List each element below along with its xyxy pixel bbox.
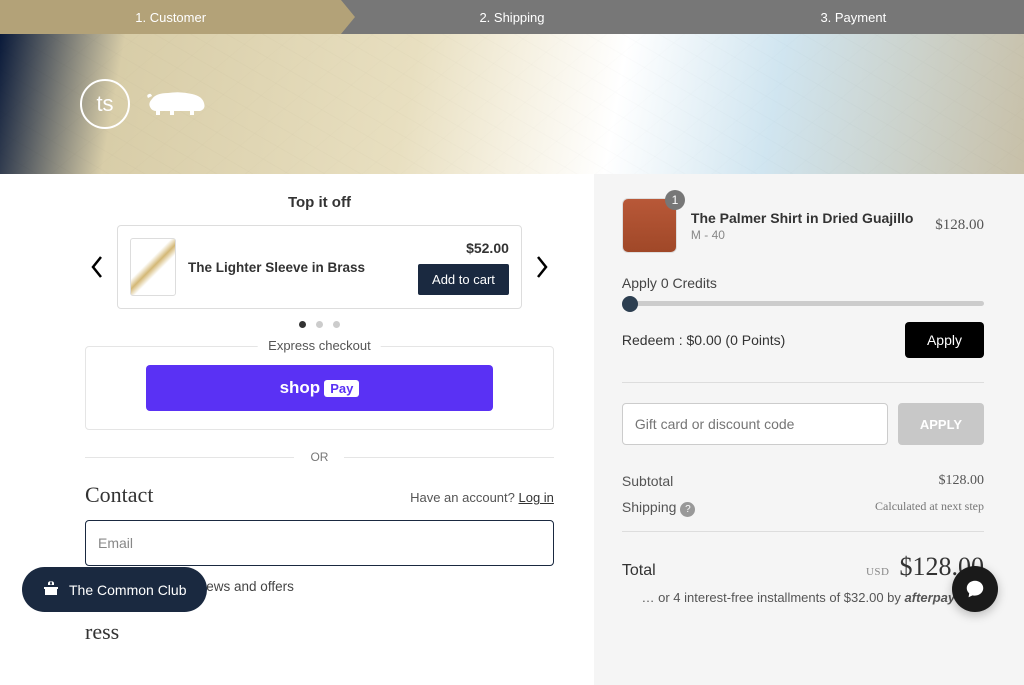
- redeem-text: Redeem : $0.00 (0 Points): [622, 332, 785, 348]
- login-link[interactable]: Log in: [518, 490, 553, 505]
- gift-icon: [42, 579, 60, 600]
- upsell-product-name: The Lighter Sleeve in Brass: [188, 260, 406, 275]
- subtotal-value: $128.00: [939, 473, 985, 489]
- dot-1[interactable]: [299, 321, 306, 328]
- divider: [622, 531, 984, 532]
- or-separator: OR: [85, 450, 554, 464]
- step-payment[interactable]: 3. Payment: [683, 0, 1024, 34]
- cart-line-item: 1 The Palmer Shirt in Dried Guajillo M -…: [622, 198, 984, 253]
- upsell-price: $52.00: [466, 240, 509, 256]
- contact-heading: Contact: [85, 482, 153, 508]
- shipping-label: Shipping?: [622, 499, 696, 517]
- chat-icon: [964, 578, 986, 600]
- carousel-prev-icon[interactable]: [85, 255, 109, 279]
- express-checkout-label: Express checkout: [258, 338, 381, 353]
- shop-pay-text: shop: [280, 378, 321, 398]
- common-club-label: The Common Club: [69, 582, 187, 598]
- apply-discount-button[interactable]: APPLY: [898, 403, 984, 445]
- shop-pay-button[interactable]: shop Pay: [146, 365, 493, 411]
- chat-button[interactable]: [952, 566, 998, 612]
- brand-logo-circle: ts: [80, 79, 130, 129]
- dot-3[interactable]: [333, 321, 340, 328]
- cart-item-variant: M - 40: [691, 228, 921, 242]
- email-field[interactable]: [85, 520, 554, 566]
- shipping-value: Calculated at next step: [875, 499, 984, 517]
- credits-label: Apply 0 Credits: [622, 275, 984, 291]
- hero-banner: ts: [0, 34, 1024, 174]
- subtotal-label: Subtotal: [622, 473, 673, 489]
- step-customer[interactable]: 1. Customer: [0, 0, 341, 34]
- step-shipping[interactable]: 2. Shipping: [341, 0, 682, 34]
- credits-slider[interactable]: [622, 301, 984, 306]
- login-prompt: Have an account? Log in: [410, 490, 554, 505]
- brand-logo-bear-icon: [142, 83, 212, 126]
- checkout-steps: 1. Customer 2. Shipping 3. Payment: [0, 0, 1024, 34]
- carousel-next-icon[interactable]: [530, 255, 554, 279]
- afterpay-logo-text: afterpay: [905, 590, 956, 605]
- currency-code: USD: [866, 566, 890, 578]
- upsell-thumbnail: [130, 238, 176, 296]
- installments-line: … or 4 interest-free installments of $32…: [622, 590, 984, 606]
- common-club-button[interactable]: The Common Club: [22, 567, 207, 612]
- add-to-cart-button[interactable]: Add to cart: [418, 264, 509, 295]
- carousel-dots: [85, 321, 554, 328]
- credits-slider-thumb[interactable]: [622, 296, 638, 312]
- help-icon[interactable]: ?: [680, 502, 695, 517]
- cart-item-price: $128.00: [935, 217, 984, 234]
- express-checkout-section: Express checkout shop Pay: [85, 346, 554, 430]
- cart-item-name: The Palmer Shirt in Dried Guajillo: [691, 210, 921, 226]
- upsell-card: The Lighter Sleeve in Brass $52.00 Add t…: [117, 225, 522, 309]
- divider: [622, 382, 984, 383]
- shipping-heading-partial: ress: [85, 619, 554, 645]
- discount-code-input[interactable]: [622, 403, 888, 445]
- dot-2[interactable]: [316, 321, 323, 328]
- total-label: Total: [622, 562, 656, 580]
- cart-item-qty-badge: 1: [665, 190, 685, 210]
- upsell-title: Top it off: [85, 194, 554, 211]
- order-summary-column: 1 The Palmer Shirt in Dried Guajillo M -…: [594, 174, 1024, 685]
- apply-credits-button[interactable]: Apply: [905, 322, 984, 358]
- shop-pay-badge: Pay: [324, 380, 359, 397]
